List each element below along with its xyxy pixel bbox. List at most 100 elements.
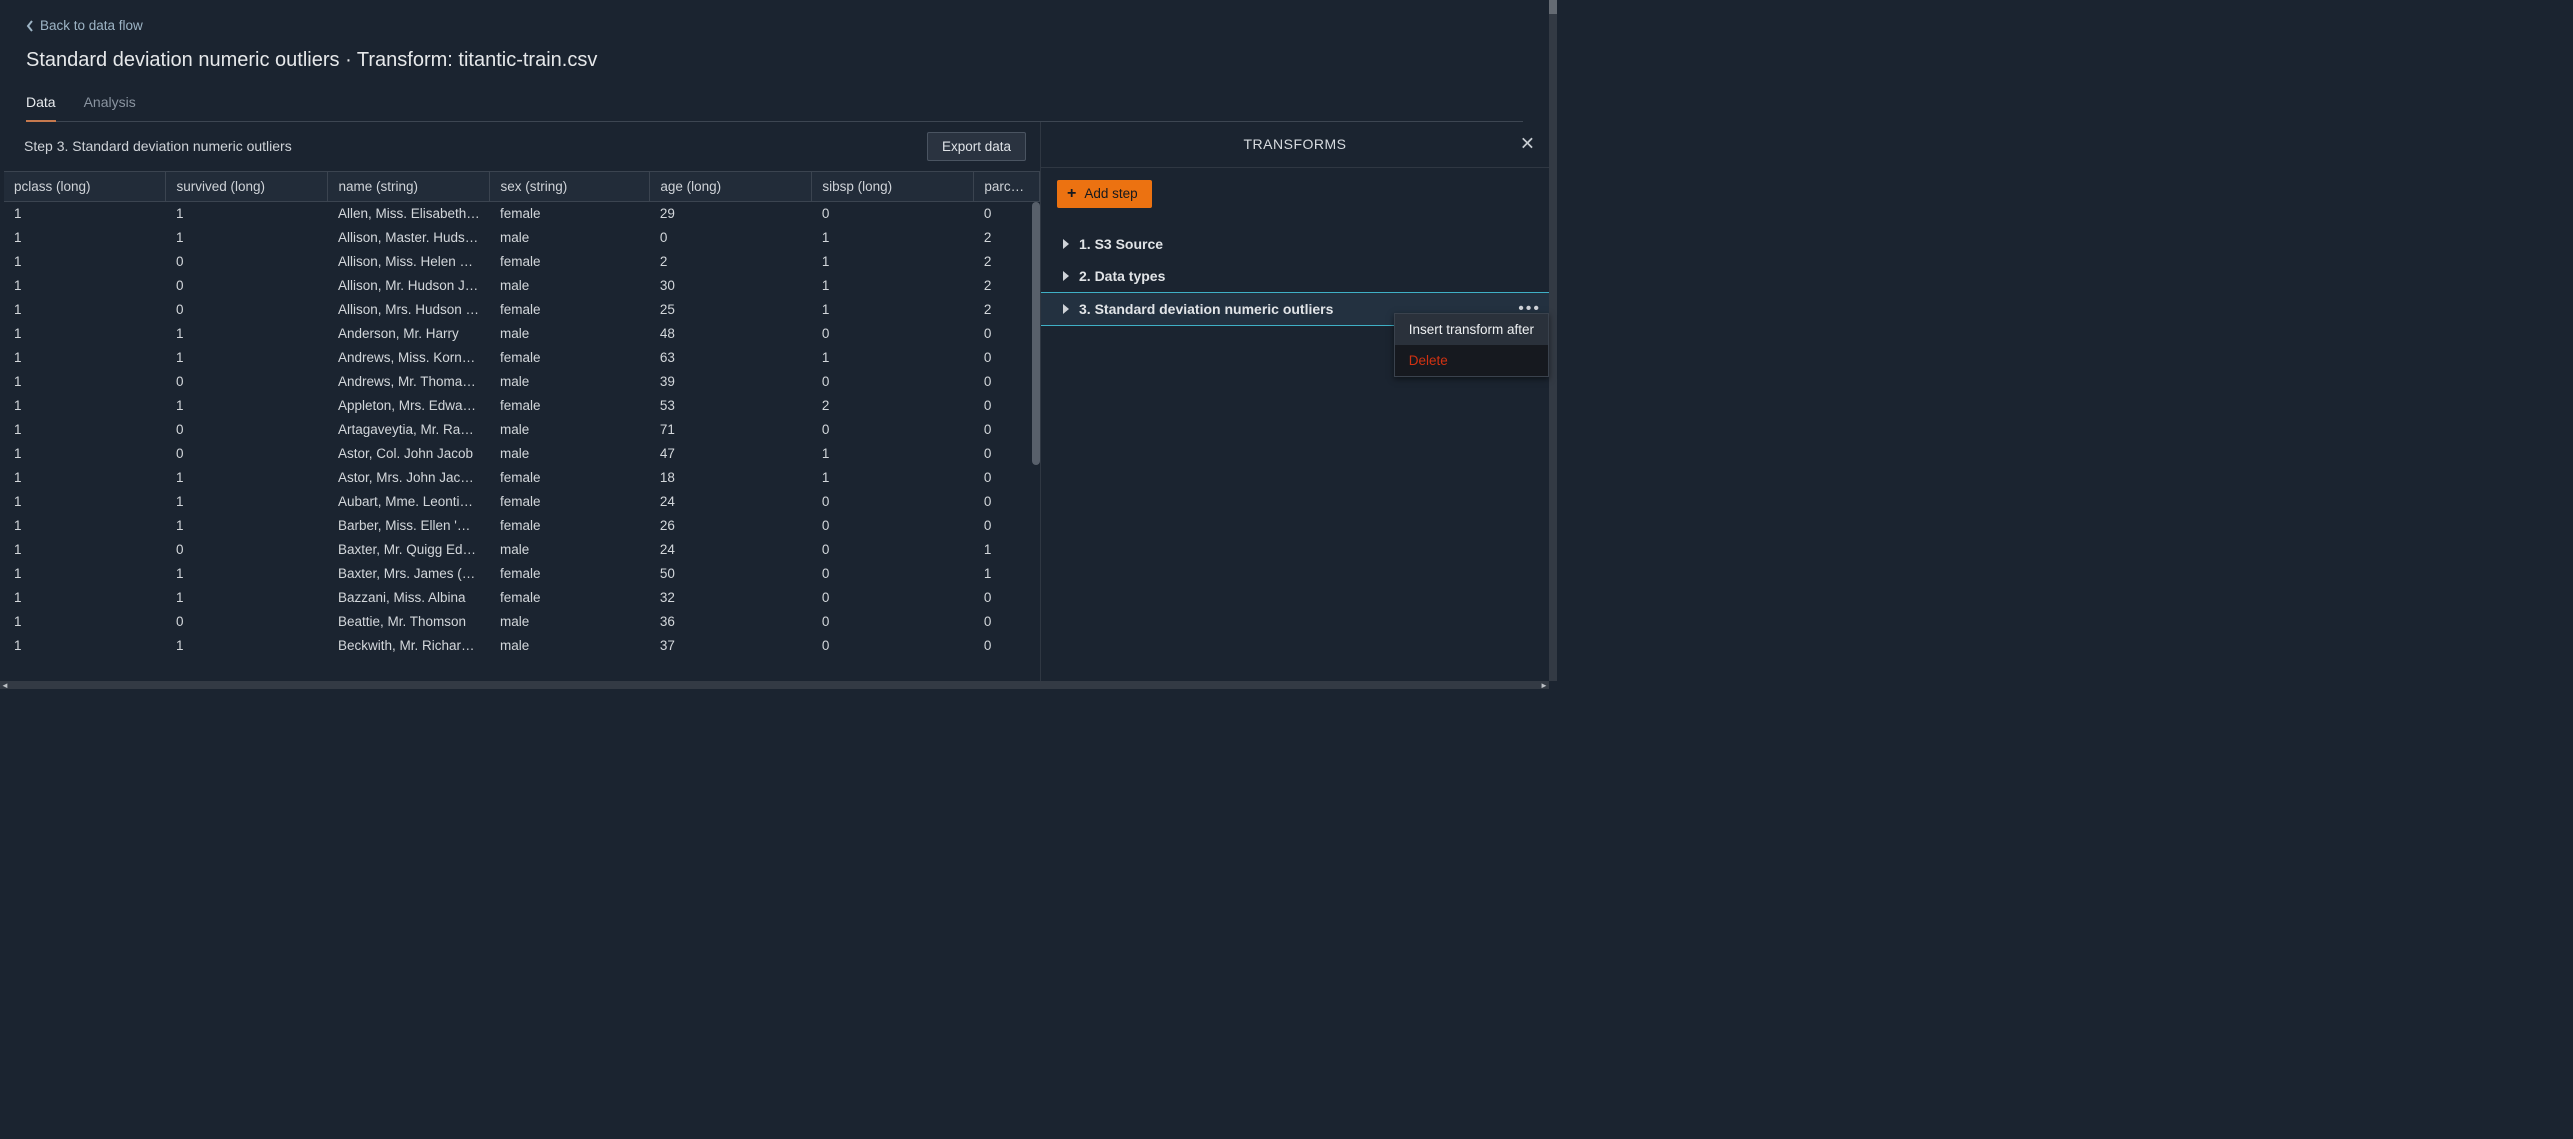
cell-sibsp: 1: [812, 274, 974, 298]
table-row[interactable]: 11Astor, Mrs. John Jacob (…female1810: [4, 466, 1040, 490]
table-row[interactable]: 11Baxter, Mrs. James (Hel…female5001: [4, 562, 1040, 586]
table-row[interactable]: 10Artagaveytia, Mr. Ramonmale7100: [4, 418, 1040, 442]
cell-survived: 1: [166, 562, 328, 586]
table-row[interactable]: 11Appleton, Mrs. Edward …female5320: [4, 394, 1040, 418]
cell-pclass: 1: [4, 610, 166, 634]
table-row[interactable]: 10Allison, Mrs. Hudson J C…female2512: [4, 298, 1040, 322]
cell-survived: 0: [166, 274, 328, 298]
cell-sex: female: [490, 394, 650, 418]
cell-sibsp: 0: [812, 490, 974, 514]
window-scrollbar-vertical[interactable]: [1549, 0, 1557, 681]
table-row[interactable]: 10Astor, Col. John Jacobmale4710: [4, 442, 1040, 466]
cell-sibsp: 0: [812, 201, 974, 226]
cell-sibsp: 0: [812, 610, 974, 634]
table-row[interactable]: 11Allison, Master. Hudson…male012: [4, 226, 1040, 250]
table-row[interactable]: 10Allison, Mr. Hudson Jos…male3012: [4, 274, 1040, 298]
data-table: pclass (long) survived (long) name (stri…: [4, 172, 1040, 658]
add-step-button[interactable]: + Add step: [1057, 180, 1152, 208]
table-row[interactable]: 10Baxter, Mr. Quigg Edmo…male2401: [4, 538, 1040, 562]
table-scrollbar[interactable]: [1032, 202, 1040, 682]
back-link[interactable]: Back to data flow: [26, 18, 143, 33]
cell-sibsp: 0: [812, 370, 974, 394]
export-data-button[interactable]: Export data: [927, 132, 1026, 161]
cell-name: Appleton, Mrs. Edward …: [328, 394, 490, 418]
cell-parch: 0: [974, 514, 1040, 538]
cell-parch: 0: [974, 418, 1040, 442]
cell-sex: male: [490, 418, 650, 442]
transform-step-label: 1. S3 Source: [1079, 236, 1163, 252]
scroll-right-icon[interactable]: ►: [1539, 681, 1549, 690]
cell-age: 50: [650, 562, 812, 586]
cell-name: Allison, Mrs. Hudson J C…: [328, 298, 490, 322]
col-header-sex[interactable]: sex (string): [490, 172, 650, 202]
table-row[interactable]: 10Allison, Miss. Helen Lor…female212: [4, 250, 1040, 274]
cell-pclass: 1: [4, 442, 166, 466]
window-scrollbar-horizontal[interactable]: ◄ ►: [0, 681, 1549, 689]
cell-sex: male: [490, 274, 650, 298]
table-row[interactable]: 11Allen, Miss. Elisabeth W…female2900: [4, 201, 1040, 226]
table-row[interactable]: 11Bazzani, Miss. Albinafemale3200: [4, 586, 1040, 610]
cell-age: 18: [650, 466, 812, 490]
table-row[interactable]: 10Andrews, Mr. Thomas Jrmale3900: [4, 370, 1040, 394]
col-header-age[interactable]: age (long): [650, 172, 812, 202]
cell-sex: female: [490, 514, 650, 538]
cell-pclass: 1: [4, 586, 166, 610]
transform-step-2[interactable]: 2. Data types: [1057, 260, 1533, 292]
cell-survived: 0: [166, 250, 328, 274]
col-header-pclass[interactable]: pclass (long): [4, 172, 166, 202]
cell-survived: 1: [166, 466, 328, 490]
caret-right-icon: [1063, 239, 1069, 249]
cell-pclass: 1: [4, 514, 166, 538]
table-row[interactable]: 11Aubart, Mme. Leontine …female2400: [4, 490, 1040, 514]
cell-age: 29: [650, 201, 812, 226]
cell-pclass: 1: [4, 394, 166, 418]
transform-step-1[interactable]: 1. S3 Source: [1057, 228, 1533, 260]
cell-parch: 2: [974, 298, 1040, 322]
menu-insert-transform-after[interactable]: Insert transform after: [1395, 314, 1548, 345]
cell-survived: 1: [166, 514, 328, 538]
cell-pclass: 1: [4, 370, 166, 394]
cell-pclass: 1: [4, 490, 166, 514]
close-icon[interactable]: ✕: [1520, 134, 1535, 155]
cell-survived: 1: [166, 490, 328, 514]
menu-delete[interactable]: Delete: [1395, 345, 1548, 376]
table-row[interactable]: 11Anderson, Mr. Harrymale4800: [4, 322, 1040, 346]
tab-data[interactable]: Data: [26, 94, 56, 122]
col-header-survived[interactable]: survived (long): [166, 172, 328, 202]
step-label: Step 3. Standard deviation numeric outli…: [24, 138, 292, 154]
cell-sex: female: [490, 490, 650, 514]
table-row[interactable]: 11Beckwith, Mr. Richard L…male3700: [4, 634, 1040, 658]
cell-parch: 0: [974, 322, 1040, 346]
cell-age: 30: [650, 274, 812, 298]
col-header-parch[interactable]: parch (long): [974, 172, 1040, 202]
cell-age: 24: [650, 490, 812, 514]
cell-name: Allison, Mr. Hudson Jos…: [328, 274, 490, 298]
cell-parch: 2: [974, 250, 1040, 274]
cell-sex: male: [490, 610, 650, 634]
cell-name: Andrews, Mr. Thomas Jr: [328, 370, 490, 394]
cell-survived: 0: [166, 442, 328, 466]
cell-pclass: 1: [4, 538, 166, 562]
table-row[interactable]: 11Barber, Miss. Ellen 'Nellie'female2600: [4, 514, 1040, 538]
table-row[interactable]: 11Andrews, Miss. Kornelia…female6310: [4, 346, 1040, 370]
cell-sex: female: [490, 562, 650, 586]
cell-age: 39: [650, 370, 812, 394]
col-header-sibsp[interactable]: sibsp (long): [812, 172, 974, 202]
tabs: Data Analysis: [26, 94, 1523, 122]
table-row[interactable]: 10Beattie, Mr. Thomsonmale3600: [4, 610, 1040, 634]
transform-step-label: 3. Standard deviation numeric outliers: [1079, 301, 1333, 317]
page-title: Standard deviation numeric outliers · Tr…: [26, 49, 1523, 72]
cell-survived: 0: [166, 538, 328, 562]
cell-pclass: 1: [4, 322, 166, 346]
col-header-name[interactable]: name (string): [328, 172, 490, 202]
cell-name: Beckwith, Mr. Richard L…: [328, 634, 490, 658]
tab-analysis[interactable]: Analysis: [84, 94, 136, 121]
cell-name: Baxter, Mrs. James (Hel…: [328, 562, 490, 586]
cell-pclass: 1: [4, 466, 166, 490]
cell-sibsp: 0: [812, 538, 974, 562]
cell-parch: 0: [974, 201, 1040, 226]
scroll-left-icon[interactable]: ◄: [0, 681, 10, 690]
plus-icon: +: [1067, 186, 1076, 202]
cell-sex: female: [490, 346, 650, 370]
cell-pclass: 1: [4, 274, 166, 298]
